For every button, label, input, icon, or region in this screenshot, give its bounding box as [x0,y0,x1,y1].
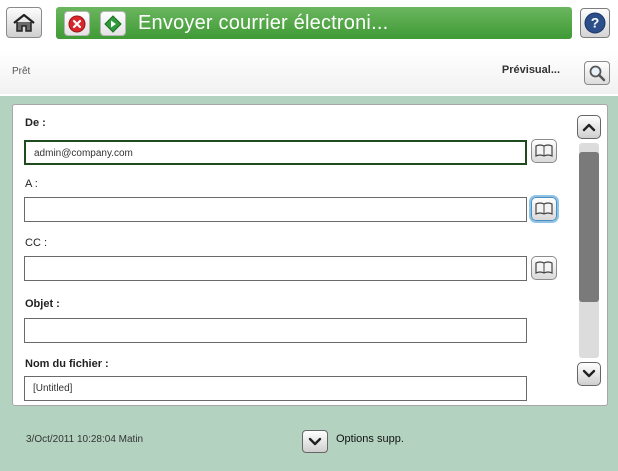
address-book-icon [535,202,553,215]
from-address-book-button[interactable] [531,139,557,163]
scrollbar-thumb[interactable] [579,152,599,302]
chevron-down-icon [582,369,596,378]
home-icon [13,13,35,32]
cc-address-book-button[interactable] [531,256,557,280]
stop-button[interactable] [64,11,90,36]
status-text: Prêt [12,66,31,77]
more-options-label[interactable]: Options supp. [336,433,404,445]
start-icon [104,14,122,33]
datetime-display: 3/Oct/2011 10:28:04 Matin [26,434,144,445]
subject-field[interactable] [24,318,527,343]
cc-label: CC : [25,237,47,249]
subject-label: Objet : [25,298,60,310]
help-icon: ? [584,12,606,34]
home-button[interactable] [6,7,42,38]
from-field[interactable]: admin@company.com [24,140,527,165]
chevron-down-icon [308,437,322,445]
more-options-button[interactable] [302,430,328,453]
start-button[interactable] [100,11,126,36]
from-label: De : [25,117,46,129]
filename-field[interactable]: [Untitled] [24,376,527,401]
stop-icon [68,15,86,32]
svg-text:?: ? [591,15,600,31]
page-title: Envoyer courrier électroni... [138,12,389,34]
filename-label: Nom du fichier : [25,358,109,370]
scroll-down-button[interactable] [577,362,601,386]
scroll-up-button[interactable] [577,115,601,139]
address-book-icon [535,261,553,274]
to-label: A : [25,178,38,190]
to-field[interactable] [24,197,527,222]
address-book-icon [535,144,553,157]
chevron-up-icon [582,123,596,132]
help-button[interactable]: ? [580,8,610,38]
preview-button[interactable] [584,61,610,85]
to-address-book-button[interactable] [531,197,557,221]
cc-field[interactable] [24,256,527,281]
magnifier-icon [589,65,606,82]
preview-label: Prévisual... [501,64,560,76]
